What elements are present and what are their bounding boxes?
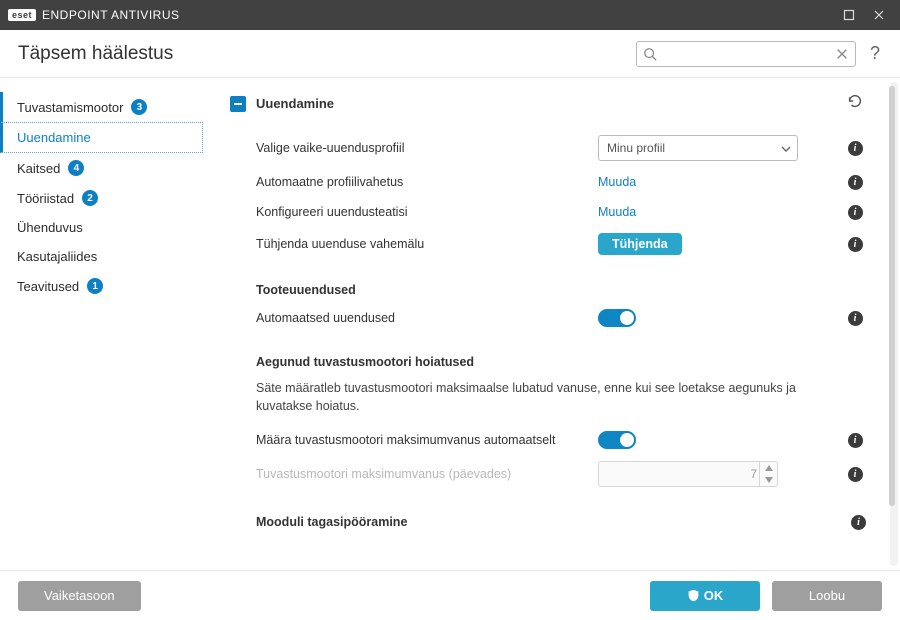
- sidebar-item-ui[interactable]: Kasutajaliides: [0, 242, 203, 271]
- chevron-down-icon: [781, 144, 791, 154]
- subheading-engine-alerts: Aegunud tuvastusmootori hoiatused: [230, 333, 864, 375]
- row-label-profile: Valige vaike-uuendusprofiil: [256, 141, 586, 155]
- ok-button-label: OK: [704, 588, 724, 603]
- window-close-icon[interactable]: [872, 8, 886, 22]
- sidebar: Tuvastamismootor 3 Uuendamine Kaitsed 4 …: [0, 78, 210, 570]
- row-label-auto-switch: Automaatne profiilivahetus: [256, 175, 586, 189]
- info-icon[interactable]: i: [846, 173, 864, 191]
- sidebar-item-tools[interactable]: Tööriistad 2: [0, 183, 203, 213]
- ok-button[interactable]: OK: [650, 581, 760, 611]
- sidebar-item-label: Kaitsed: [17, 161, 60, 176]
- sidebar-item-label: Teavitused: [17, 279, 79, 294]
- content-pane: Uuendamine Valige vaike-uuendusprofiil M…: [210, 78, 900, 570]
- search-box[interactable]: [636, 41, 856, 67]
- shield-icon: [687, 589, 700, 602]
- info-icon[interactable]: i: [846, 465, 864, 483]
- subheading-rollback: Mooduli tagasipööramine i: [230, 493, 864, 529]
- sidebar-item-label: Uuendamine: [17, 130, 91, 145]
- row-label-auto-max-age: Määra tuvastusmootori maksimumvanus auto…: [256, 433, 586, 447]
- section-title-update: Uuendamine: [256, 96, 334, 111]
- info-icon[interactable]: i: [846, 139, 864, 157]
- sidebar-item-protections[interactable]: Kaitsed 4: [0, 153, 203, 183]
- collapse-toggle-icon[interactable]: [230, 96, 246, 112]
- auto-updates-toggle[interactable]: [598, 309, 636, 327]
- clear-search-icon[interactable]: [835, 47, 849, 61]
- cancel-button[interactable]: Loobu: [772, 581, 882, 611]
- info-icon[interactable]: i: [846, 203, 864, 221]
- header: Täpsem häälestus ?: [0, 30, 900, 78]
- number-spinner: [759, 462, 777, 486]
- restore-defaults-icon[interactable]: [846, 92, 864, 115]
- engine-alerts-description: Säte määratleb tuvastusmootori maksimaal…: [230, 375, 850, 425]
- sidebar-item-update[interactable]: Uuendamine: [0, 122, 203, 153]
- auto-max-age-toggle[interactable]: [598, 431, 636, 449]
- spinner-down-icon: [760, 474, 777, 486]
- notify-edit-link[interactable]: Muuda: [598, 205, 636, 219]
- titlebar: eset ENDPOINT ANTIVIRUS: [0, 0, 900, 30]
- sidebar-item-detection-engine[interactable]: Tuvastamismootor 3: [0, 92, 203, 122]
- sidebar-badge: 2: [82, 190, 98, 206]
- profile-select-value: Minu profiil: [607, 141, 665, 155]
- spinner-up-icon: [760, 462, 777, 474]
- footer: Vaiketasoon OK Loobu: [0, 570, 900, 620]
- row-label-clear-cache: Tühjenda uuenduse vahemälu: [256, 237, 586, 251]
- sidebar-item-label: Ühenduvus: [17, 220, 83, 235]
- max-age-value: 7: [750, 467, 757, 481]
- brand-text: ENDPOINT ANTIVIRUS: [42, 8, 179, 22]
- row-label-notify: Konfigureeri uuendusteatisi: [256, 205, 586, 219]
- sidebar-item-label: Tööriistad: [17, 191, 74, 206]
- row-label-auto-updates: Automaatsed uuendused: [256, 311, 586, 325]
- page-title: Täpsem häälestus: [18, 43, 173, 65]
- info-icon[interactable]: i: [846, 235, 864, 253]
- row-label-max-age: Tuvastusmootori maksimumvanus (päevades): [256, 467, 586, 481]
- scrollbar-track[interactable]: [890, 82, 898, 566]
- sidebar-item-label: Kasutajaliides: [17, 249, 97, 264]
- brand-badge: eset: [8, 9, 36, 21]
- sidebar-badge: 1: [87, 278, 103, 294]
- profile-select[interactable]: Minu profiil: [598, 135, 798, 161]
- auto-switch-edit-link[interactable]: Muuda: [598, 175, 636, 189]
- window-maximize-icon[interactable]: [842, 8, 856, 22]
- search-input[interactable]: [663, 47, 831, 61]
- sidebar-badge: 4: [68, 160, 84, 176]
- subheading-product-updates: Tooteuuendused: [230, 261, 864, 303]
- search-icon: [643, 47, 657, 61]
- clear-cache-button[interactable]: Tühjenda: [598, 233, 682, 255]
- scrollbar-thumb[interactable]: [889, 86, 895, 506]
- info-icon[interactable]: i: [846, 309, 864, 327]
- sidebar-item-notifications[interactable]: Teavitused 1: [0, 271, 203, 301]
- defaults-button[interactable]: Vaiketasoon: [18, 581, 141, 611]
- info-icon[interactable]: i: [846, 431, 864, 449]
- max-age-input: 7: [598, 461, 778, 487]
- help-icon[interactable]: ?: [868, 43, 882, 64]
- sidebar-item-label: Tuvastamismootor: [17, 100, 123, 115]
- info-icon[interactable]: i: [851, 515, 866, 530]
- sidebar-badge: 3: [131, 99, 147, 115]
- sidebar-item-connectivity[interactable]: Ühenduvus: [0, 213, 203, 242]
